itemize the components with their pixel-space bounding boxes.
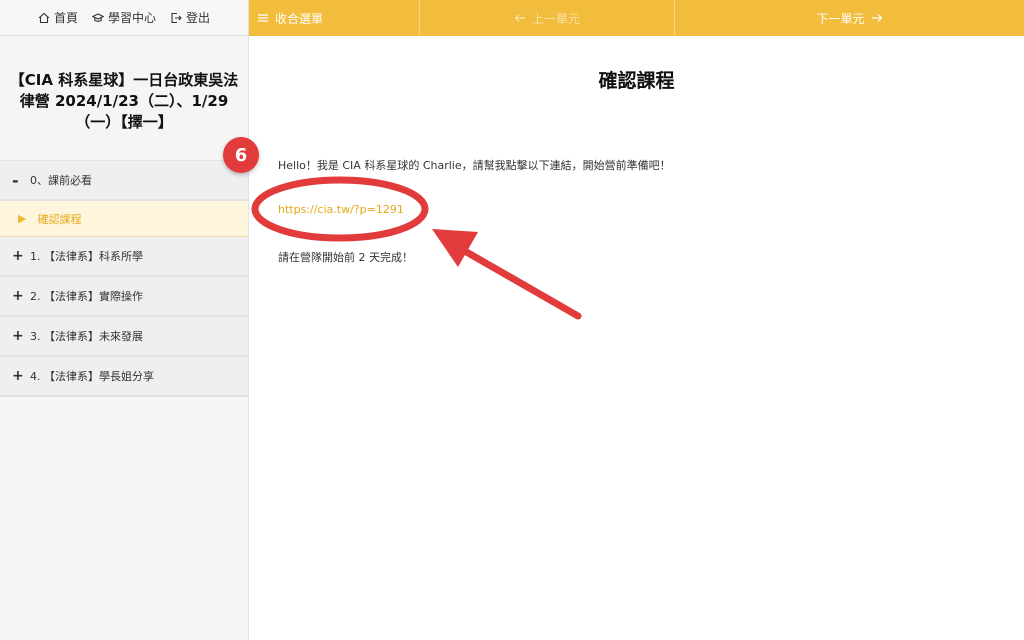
logout-icon bbox=[171, 12, 182, 23]
hamburger-icon bbox=[258, 14, 268, 22]
lesson-label: 確認課程 bbox=[37, 212, 82, 226]
sidebar: 首頁 學習中心 登出 【CIA 科系星球】一日台政東吳法律營 2024/1/23… bbox=[0, 0, 249, 640]
graduation-cap-icon bbox=[91, 12, 104, 22]
home-link[interactable]: 首頁 bbox=[38, 9, 78, 26]
top-nav: 首頁 學習中心 登出 bbox=[0, 0, 248, 36]
next-unit-button[interactable]: 下一單元 bbox=[675, 0, 1024, 36]
section-label: 4. 【法律系】學長姐分享 bbox=[30, 370, 154, 383]
section-0[interactable]: - 0、課前必看 bbox=[0, 161, 248, 201]
collapse-icon: - bbox=[12, 170, 19, 190]
lesson-toolbar: 收合選單 上一單元 下一單元 bbox=[249, 0, 1024, 36]
section-4[interactable]: + 4. 【法律系】學長姐分享 bbox=[0, 357, 248, 397]
course-title: 【CIA 科系星球】一日台政東吳法律營 2024/1/23（二）、1/29（一）… bbox=[0, 36, 248, 161]
intro-text: Hello！我是 CIA 科系星球的 Charlie，請幫我點擊以下連結，開始營… bbox=[278, 159, 671, 172]
arrow-right-icon bbox=[871, 14, 882, 22]
section-1[interactable]: + 1. 【法律系】科系所學 bbox=[0, 237, 248, 277]
course-link[interactable]: https://cia.tw/?p=1291 bbox=[278, 203, 404, 216]
section-label: 1. 【法律系】科系所學 bbox=[30, 250, 143, 263]
logout-label: 登出 bbox=[186, 11, 211, 25]
logout-link[interactable]: 登出 bbox=[170, 9, 210, 26]
expand-icon: + bbox=[12, 368, 24, 384]
section-label: 3. 【法律系】未來發展 bbox=[30, 330, 143, 343]
expand-icon: + bbox=[12, 288, 24, 304]
arrow-left-icon bbox=[514, 14, 525, 22]
section-label: 0、課前必看 bbox=[30, 174, 92, 187]
play-icon: ▶ bbox=[18, 212, 27, 225]
expand-icon: + bbox=[12, 248, 24, 264]
collapse-menu-label: 收合選單 bbox=[275, 11, 324, 26]
expand-icon: + bbox=[12, 328, 24, 344]
next-unit-label: 下一單元 bbox=[816, 11, 865, 26]
section-3[interactable]: + 3. 【法律系】未來發展 bbox=[0, 317, 248, 357]
home-icon bbox=[38, 12, 50, 23]
prev-unit-label: 上一單元 bbox=[531, 11, 580, 26]
section-label: 2. 【法律系】實際操作 bbox=[30, 290, 143, 303]
prev-unit-button[interactable]: 上一單元 bbox=[420, 0, 675, 36]
section-2[interactable]: + 2. 【法律系】實際操作 bbox=[0, 277, 248, 317]
home-label: 首頁 bbox=[53, 11, 78, 25]
step-badge: 6 bbox=[223, 137, 259, 173]
collapse-menu-button[interactable]: 收合選單 bbox=[249, 0, 420, 36]
learning-center-label: 學習中心 bbox=[107, 11, 156, 25]
page-title: 確認課程 bbox=[598, 70, 675, 92]
learning-center-link[interactable]: 學習中心 bbox=[91, 9, 156, 26]
lesson-content: 確認課程 Hello！我是 CIA 科系星球的 Charlie，請幫我點擊以下連… bbox=[249, 36, 1024, 640]
deadline-note: 請在營隊開始前 2 天完成！ bbox=[278, 251, 413, 264]
lesson-item-active[interactable]: ▶ 確認課程 bbox=[0, 201, 248, 237]
